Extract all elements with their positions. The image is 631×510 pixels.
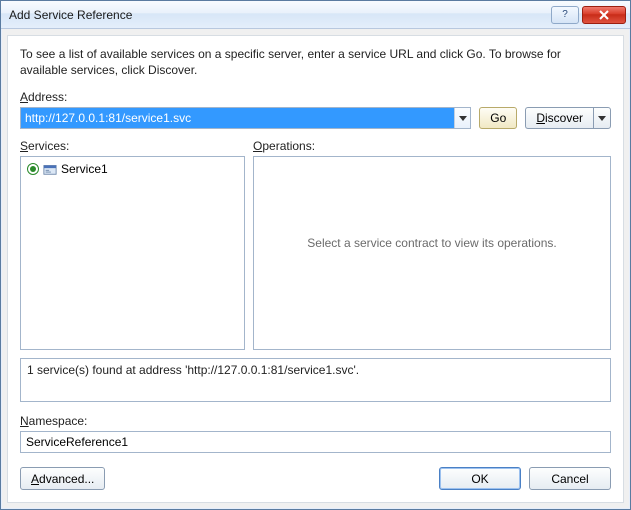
discover-dropdown-button[interactable]: [593, 107, 611, 129]
footer: Advanced... OK Cancel: [20, 467, 611, 490]
operations-pane: Operations: Select a service contract to…: [253, 139, 611, 350]
panes: Services: Service1 Operatio: [20, 139, 611, 350]
operations-label: Operations:: [253, 139, 611, 153]
titlebar-buttons: ?: [551, 6, 626, 24]
chevron-down-icon: [459, 116, 467, 121]
client-area: To see a list of available services on a…: [7, 35, 624, 503]
operations-placeholder: Select a service contract to view its op…: [258, 161, 606, 250]
services-listbox[interactable]: Service1: [20, 156, 245, 350]
service-selected-icon: [27, 163, 39, 175]
service-item-label: Service1: [61, 162, 108, 176]
status-box: 1 service(s) found at address 'http://12…: [20, 358, 611, 402]
chevron-down-icon: [598, 116, 606, 121]
discover-label: Discover: [536, 111, 583, 125]
titlebar: Add Service Reference ?: [1, 1, 630, 29]
address-row: Go Discover: [20, 107, 611, 129]
services-label: Services:: [20, 139, 245, 153]
namespace-label: Namespace:: [20, 414, 611, 428]
close-button[interactable]: [582, 6, 626, 24]
help-icon: ?: [562, 9, 568, 20]
intro-text: To see a list of available services on a…: [20, 46, 611, 78]
services-pane: Services: Service1: [20, 139, 245, 350]
window-title: Add Service Reference: [9, 8, 551, 22]
address-input[interactable]: [21, 108, 454, 128]
help-button[interactable]: ?: [551, 6, 579, 24]
namespace-input[interactable]: [20, 431, 611, 453]
ok-button[interactable]: OK: [439, 467, 521, 490]
operations-listbox[interactable]: Select a service contract to view its op…: [253, 156, 611, 350]
address-label: Address:: [20, 90, 611, 104]
service-icon: [43, 162, 57, 176]
cancel-button[interactable]: Cancel: [529, 467, 611, 490]
go-button[interactable]: Go: [479, 107, 517, 129]
advanced-button[interactable]: Advanced...: [20, 467, 105, 490]
dialog-window: Add Service Reference ? To see a list of…: [0, 0, 631, 510]
address-dropdown-button[interactable]: [454, 108, 470, 128]
discover-split-button: Discover: [525, 107, 611, 129]
discover-button[interactable]: Discover: [525, 107, 593, 129]
service-item[interactable]: Service1: [25, 161, 240, 177]
close-icon: [599, 10, 609, 20]
address-combobox[interactable]: [20, 107, 471, 129]
